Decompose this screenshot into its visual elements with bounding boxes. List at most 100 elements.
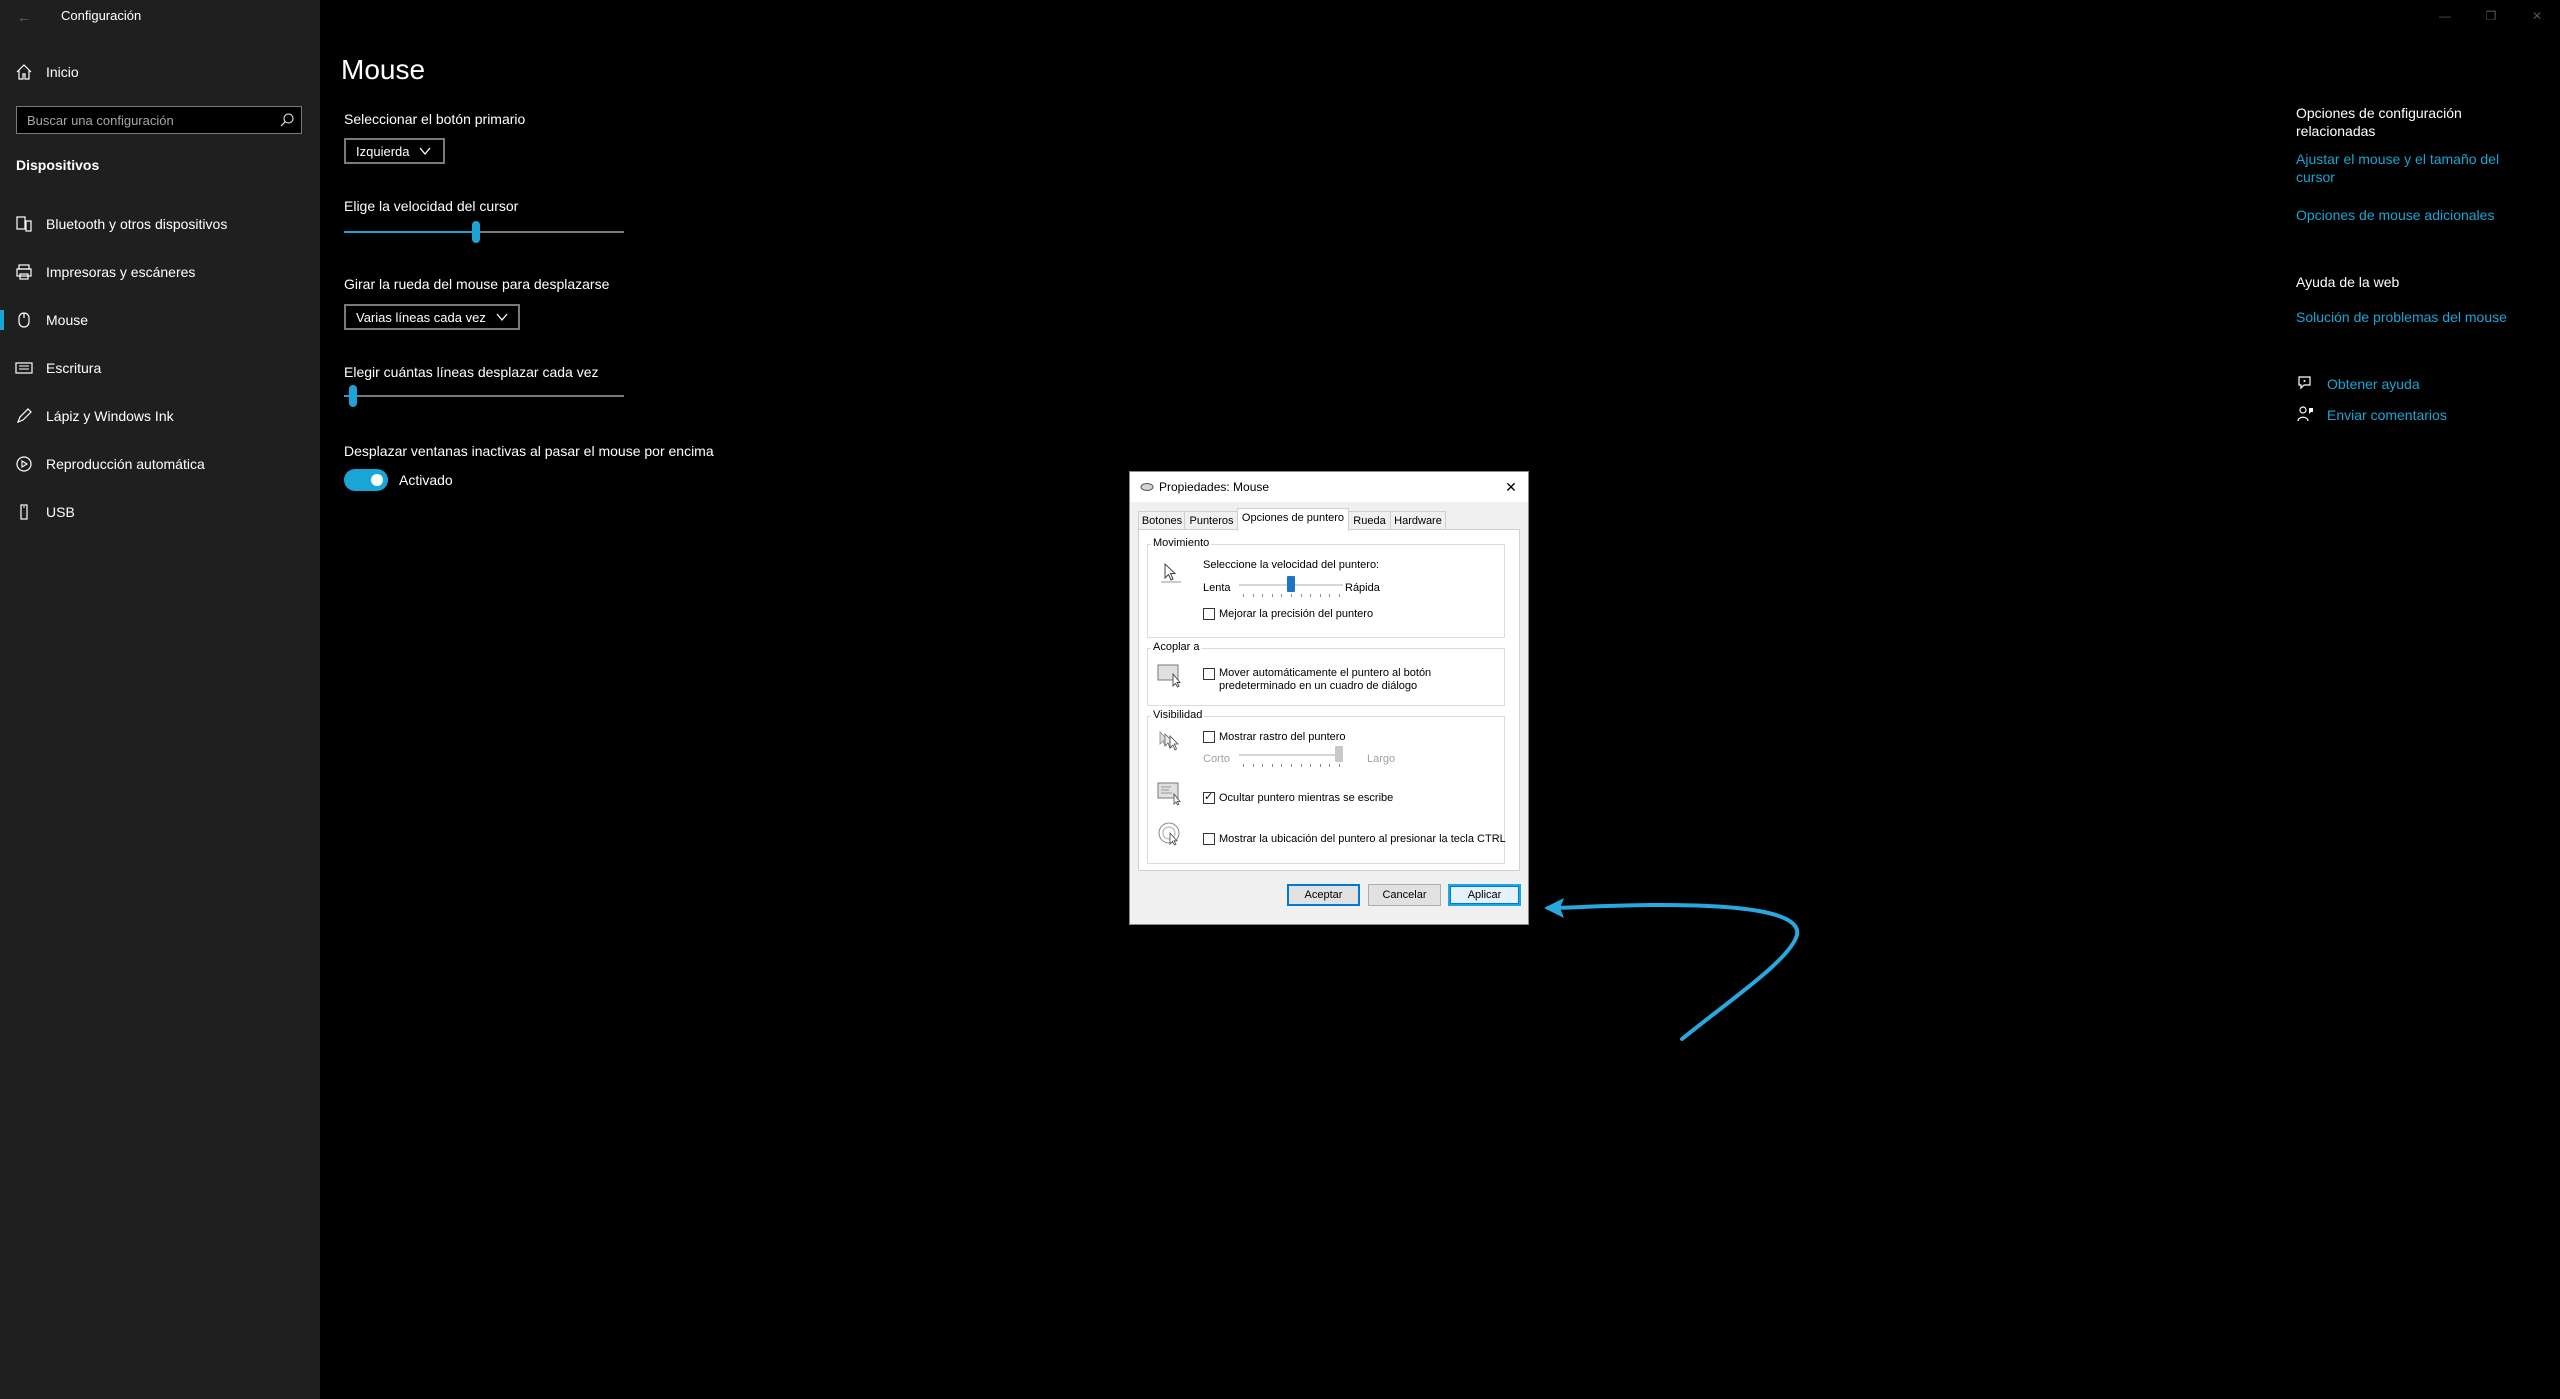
group-title: Visibilidad (1151, 709, 1205, 721)
adjust-cursor-link[interactable]: Ajustar el mouse y el tamaño del cursor (2296, 150, 2499, 186)
slider-tick (1310, 594, 1311, 597)
slider-thumb[interactable] (349, 385, 357, 407)
mouse-icon (1140, 483, 1154, 491)
help-icon (2298, 376, 2311, 390)
slider-tick (1339, 594, 1340, 597)
slider-thumb[interactable] (1287, 576, 1295, 592)
slider-tick (1272, 594, 1273, 597)
slider-tick (1281, 594, 1282, 597)
close-window-button[interactable]: ✕ (2522, 6, 2552, 26)
cursor-speed-slider[interactable] (344, 221, 624, 243)
sidebar-item-label: Lápiz y Windows Ink (46, 408, 174, 424)
snap-label: Mover automáticamente el puntero al botó… (1219, 667, 1431, 693)
search-icon[interactable] (279, 112, 295, 128)
scroll-wheel-label: Girar la rueda del mouse para desplazars… (344, 276, 610, 292)
chevron-down-icon (419, 147, 431, 156)
feedback-icon (2297, 406, 2313, 422)
sidebar-item-label: Reproducción automática (46, 456, 205, 472)
additional-mouse-options-link[interactable]: Opciones de mouse adicionales (2296, 206, 2494, 224)
ok-button[interactable]: Aceptar (1287, 884, 1360, 906)
hide-pointer-checkbox[interactable] (1203, 790, 1215, 804)
primary-button-label: Seleccionar el botón primario (344, 111, 526, 127)
mouse-troubleshoot-link[interactable]: Solución de problemas del mouse (2296, 308, 2507, 326)
web-help-heading: Ayuda de la web (2296, 274, 2400, 290)
sidebar-item-printers[interactable]: Impresoras y escáneres (0, 252, 320, 292)
search-box[interactable] (16, 106, 302, 134)
sidebar-item-bluetooth[interactable]: Bluetooth y otros dispositivos (0, 204, 320, 244)
dialog-titlebar[interactable]: Propiedades: Mouse ✕ (1130, 472, 1528, 502)
related-heading-line: Opciones de configuración (2296, 105, 2462, 121)
tab-botones[interactable]: Botones (1138, 511, 1186, 530)
minimize-button[interactable]: — (2430, 6, 2460, 26)
slider-tick (1291, 764, 1292, 767)
snap-label-line: Mover automáticamente el puntero al botó… (1219, 667, 1432, 679)
speed-label: Seleccione la velocidad del puntero: (1203, 559, 1380, 571)
search-input[interactable] (17, 107, 267, 133)
inactive-scroll-toggle[interactable] (344, 469, 388, 491)
trail-short-label: Corto (1203, 753, 1230, 765)
app-title: Configuración (61, 8, 142, 23)
tab-hardware[interactable]: Hardware (1390, 511, 1446, 530)
close-icon: ✕ (1505, 479, 1517, 495)
sidebar-item-autoplay[interactable]: Reproducción automática (0, 444, 320, 484)
slider-thumb[interactable] (1335, 746, 1343, 762)
slider-thumb[interactable] (472, 221, 480, 243)
hide-pointer-label: Ocultar puntero mientras se escribe (1219, 792, 1394, 804)
slider-tick (1320, 764, 1321, 767)
scroll-wheel-select[interactable]: Varias líneas cada vez (344, 304, 520, 330)
maximize-button[interactable]: ❐ (2476, 6, 2506, 26)
snap-checkbox[interactable] (1203, 668, 1215, 680)
pointer-speed-slider[interactable] (1239, 576, 1343, 598)
sidebar-item-label: USB (46, 504, 75, 520)
sidebar-item-mouse[interactable]: Mouse (0, 300, 320, 340)
trail-checkbox[interactable] (1203, 731, 1215, 743)
primary-button-select[interactable]: Izquierda (344, 138, 445, 164)
snap-label-line: predeterminado en un cuadro de diálogo (1219, 680, 1418, 692)
usb-icon (20, 504, 28, 520)
slider-tick (1320, 594, 1321, 597)
sidebar-item-home[interactable]: Inicio (0, 52, 320, 92)
hide-pointer-icon (1157, 782, 1181, 806)
slider-ticks (1239, 764, 1343, 767)
tab-opciones-puntero[interactable]: Opciones de puntero (1237, 508, 1349, 531)
trail-length-slider[interactable] (1239, 746, 1343, 768)
group-title: Movimiento (1151, 537, 1212, 549)
slider-tick (1262, 764, 1263, 767)
get-help-link[interactable]: Obtener ayuda (2327, 375, 2420, 393)
sidebar-item-pen[interactable]: Lápiz y Windows Ink (0, 396, 320, 436)
slider-tick (1253, 764, 1254, 767)
ctrl-location-checkbox[interactable] (1203, 833, 1215, 845)
cursor-speed-label: Elige la velocidad del cursor (344, 198, 519, 214)
apply-button[interactable]: Aplicar (1448, 884, 1521, 906)
sidebar-item-usb[interactable]: USB (0, 492, 320, 532)
chevron-down-icon (496, 313, 508, 322)
scroll-lines-slider[interactable] (344, 385, 624, 407)
pointer-location-icon (1158, 822, 1180, 846)
section-title: Dispositivos (16, 157, 100, 173)
send-feedback-link[interactable]: Enviar comentarios (2327, 406, 2447, 424)
precision-checkbox[interactable] (1203, 608, 1215, 620)
dialog-close-button[interactable]: ✕ (1502, 478, 1520, 496)
slider-tick (1253, 594, 1254, 597)
snap-to-icon (1157, 664, 1181, 688)
back-button[interactable]: ← (14, 7, 34, 27)
slider-tick (1329, 594, 1330, 597)
cancel-button[interactable]: Cancelar (1368, 884, 1441, 906)
home-icon (16, 64, 32, 80)
slider-tick (1310, 764, 1311, 767)
related-heading-line: relacionadas (2296, 123, 2376, 139)
maximize-icon: ❐ (2485, 9, 2497, 23)
page-title: Mouse (341, 54, 426, 85)
sidebar-item-typing[interactable]: Escritura (0, 348, 320, 388)
toggle-state-label: Activado (399, 472, 453, 488)
slider-fill (344, 231, 472, 233)
slider-tick (1272, 764, 1273, 767)
autoplay-icon (16, 456, 32, 472)
link-line: Ajustar el mouse y el tamaño del (2296, 151, 2500, 167)
tab-rueda[interactable]: Rueda (1347, 511, 1392, 530)
tab-punteros[interactable]: Punteros (1184, 511, 1239, 530)
scroll-wheel-value: Varias líneas cada vez (356, 309, 486, 325)
sidebar-item-label: Inicio (46, 64, 79, 80)
slider-tick (1301, 594, 1302, 597)
slider-tick (1281, 764, 1282, 767)
